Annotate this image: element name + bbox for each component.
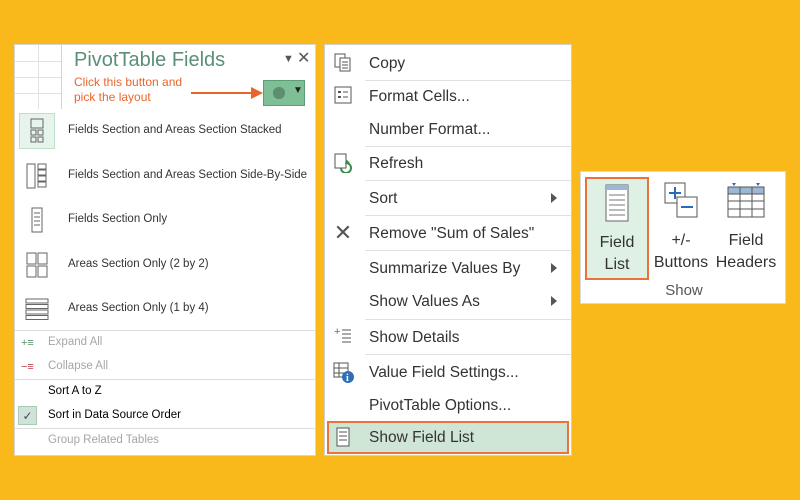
expand-all-label: Expand All — [48, 336, 103, 348]
context-menu: Copy Format Cells... Number Format... Re… — [324, 44, 572, 456]
menu-item-label: Format Cells... — [369, 88, 470, 105]
collapse-all-option[interactable]: −≡ Collapse All — [15, 355, 315, 379]
layout-side-by-side-icon — [19, 158, 55, 194]
sort-a-to-z-label: Sort A to Z — [48, 385, 102, 397]
layout-option-side-by-side[interactable]: Fields Section and Areas Section Side-By… — [15, 154, 315, 199]
layout-option-label: Areas Section Only (2 by 2) — [68, 257, 209, 270]
menu-item-sort[interactable]: Sort — [325, 182, 571, 215]
submenu-arrow-icon — [551, 296, 557, 306]
layout-hint-text: Click this button and pick the layout — [74, 75, 183, 104]
svg-text:i: i — [346, 373, 349, 384]
layout-option-label: Areas Section Only (1 by 4) — [68, 302, 209, 314]
menu-item-label: Sort — [369, 190, 398, 207]
menu-item-format-cells[interactable]: Format Cells... — [325, 80, 571, 113]
field-list-button-label-2: List — [604, 256, 630, 273]
plus-minus-button-label-2: Buttons — [653, 254, 709, 271]
menu-item-label: Copy — [369, 55, 406, 72]
field-headers-button-label-2: Headers — [715, 254, 777, 271]
plus-minus-button-label-1: +/- — [671, 232, 691, 249]
submenu-arrow-icon — [551, 263, 557, 273]
layout-areas-2x2-icon — [19, 247, 55, 283]
plus-minus-buttons-button[interactable]: +/- Buttons — [649, 177, 713, 280]
gear-icon — [273, 87, 285, 99]
menu-item-label: PivotTable Options... — [369, 397, 512, 414]
sort-data-source-option[interactable]: ✓ Sort in Data Source Order — [15, 404, 315, 428]
layout-option-label: Fields Section and Areas Section Side-By… — [68, 168, 308, 181]
format-cells-icon — [333, 86, 353, 106]
plus-minus-buttons-icon — [664, 182, 698, 218]
sheet-grid-fragment — [15, 45, 62, 109]
layout-stacked-icon — [19, 113, 55, 149]
divider — [365, 215, 571, 216]
menu-item-pivottable-options[interactable]: PivotTable Options... — [325, 389, 571, 422]
field-list-button-label-1: Field — [599, 234, 635, 251]
collapse-all-label: Collapse All — [48, 360, 109, 372]
pivottable-fields-panel: PivotTable Fields ▼ ✕ Click this button … — [14, 44, 316, 456]
menu-item-label: Refresh — [369, 155, 424, 172]
layout-fields-only-icon — [19, 202, 55, 238]
layout-option-label: Fields Section and Areas Section Stacked — [68, 124, 282, 136]
sort-a-to-z-option[interactable]: Sort A to Z — [15, 380, 315, 404]
field-headers-button-label-1: Field — [728, 232, 764, 249]
menu-item-refresh[interactable]: Refresh — [325, 147, 571, 180]
menu-item-label: Show Details — [369, 329, 460, 346]
menu-item-show-values-as[interactable]: Show Values As — [325, 285, 571, 318]
menu-item-number-format[interactable]: Number Format... — [325, 113, 571, 146]
layout-areas-1x4-icon — [19, 291, 55, 327]
value-field-settings-icon: i — [333, 362, 354, 384]
sort-data-source-label: Sort in Data Source Order — [48, 409, 181, 421]
layout-option-areas-1x4[interactable]: Areas Section Only (1 by 4) — [15, 287, 315, 332]
layout-option-fields-only[interactable]: Fields Section Only — [15, 198, 315, 243]
expand-all-option[interactable]: +≡ Expand All — [15, 331, 315, 355]
layout-option-stacked[interactable]: Fields Section and Areas Section Stacked — [15, 109, 315, 154]
menu-item-label: Remove "Sum of Sales" — [369, 225, 535, 242]
menu-item-remove[interactable]: ✕ Remove "Sum of Sales" — [325, 217, 571, 250]
submenu-arrow-icon — [551, 193, 557, 203]
divider — [365, 354, 571, 355]
panel-options-dropdown-icon[interactable]: ▼ — [283, 53, 294, 65]
svg-text:+: + — [334, 327, 340, 338]
menu-item-label: Show Field List — [369, 429, 475, 446]
close-icon[interactable]: ✕ — [297, 48, 310, 68]
remove-x-icon: ✕ — [333, 220, 353, 245]
ribbon-group-label: Show — [665, 282, 703, 299]
tools-gear-button[interactable]: ▼ — [263, 80, 305, 106]
menu-item-label: Show Values As — [369, 293, 480, 310]
menu-item-summarize-values-by[interactable]: Summarize Values By — [325, 252, 571, 285]
show-details-icon: + — [333, 326, 353, 347]
menu-item-show-field-list[interactable]: Show Field List — [327, 421, 569, 454]
divider — [365, 180, 571, 181]
menu-item-label: Value Field Settings... — [369, 364, 519, 381]
menu-item-show-details[interactable]: + Show Details — [325, 321, 571, 354]
divider — [365, 319, 571, 320]
layout-option-areas-2x2[interactable]: Areas Section Only (2 by 2) — [15, 243, 315, 288]
menu-item-value-field-settings[interactable]: i Value Field Settings... — [325, 356, 571, 389]
expand-all-icon: +≡ — [21, 337, 34, 349]
menu-item-copy[interactable]: Copy — [325, 47, 571, 80]
group-related-tables-label: Group Related Tables — [48, 434, 160, 446]
refresh-icon — [333, 153, 353, 174]
checkmark-icon: ✓ — [18, 406, 37, 425]
menu-item-label: Number Format... — [369, 121, 491, 138]
collapse-all-icon: −≡ — [21, 361, 34, 373]
menu-item-label: Summarize Values By — [369, 260, 521, 277]
field-list-button[interactable]: Field List — [585, 177, 649, 280]
hint-arrow-icon — [191, 87, 263, 99]
divider — [365, 250, 571, 251]
chevron-down-icon: ▼ — [293, 85, 303, 96]
copy-icon — [333, 53, 353, 73]
field-list-icon — [333, 427, 353, 447]
layout-option-label: Fields Section Only — [68, 213, 168, 225]
ribbon-show-group: Field List +/- Buttons Field Headers Sho… — [580, 171, 786, 304]
panel-title: PivotTable Fields — [74, 49, 226, 71]
field-headers-icon — [727, 183, 765, 218]
group-related-tables-option[interactable]: Group Related Tables — [15, 429, 315, 453]
layout-options-list: Fields Section and Areas Section Stacked… — [15, 109, 315, 332]
field-list-icon — [605, 184, 629, 222]
field-headers-button[interactable]: Field Headers — [713, 177, 779, 280]
